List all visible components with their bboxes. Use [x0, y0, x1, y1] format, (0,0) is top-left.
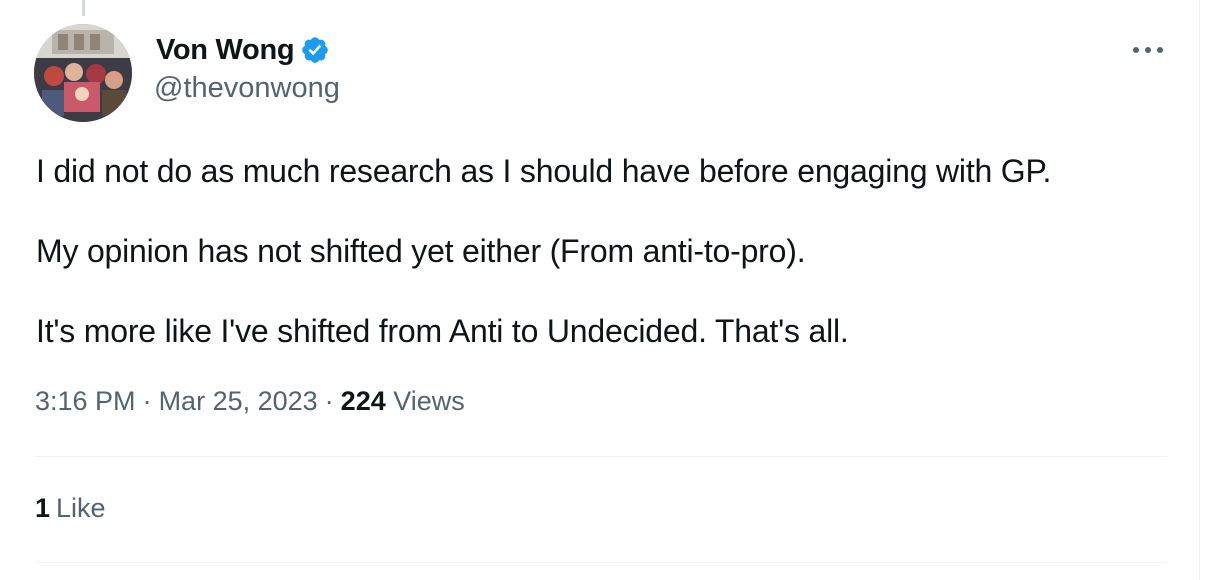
more-options-icon	[1133, 47, 1163, 53]
meta-separator: ·	[142, 386, 152, 416]
tweet-time[interactable]: 3:16 PM	[35, 386, 136, 416]
divider	[35, 456, 1167, 457]
thread-connector-line	[82, 0, 85, 16]
likes-count: 1	[35, 493, 51, 523]
tweet-detail: Von Wong @thevonwong I did not do as muc…	[0, 0, 1200, 580]
author-handle[interactable]: @thevonwong	[154, 72, 340, 105]
verified-badge-icon	[300, 35, 330, 65]
author-name-row: Von Wong	[156, 31, 330, 69]
tweet-metadata: 3:16 PM · Mar 25, 2023 · 224 Views	[35, 386, 465, 417]
divider	[35, 562, 1167, 563]
tweet-paragraph: My opinion has not shifted yet either (F…	[36, 233, 806, 269]
tweet-date[interactable]: Mar 25, 2023	[159, 386, 318, 416]
likes-link[interactable]: 1 Like	[35, 493, 106, 524]
tweet-paragraph: It's more like I've shifted from Anti to…	[36, 313, 849, 349]
author-display-name[interactable]: Von Wong	[156, 34, 295, 67]
more-options-button[interactable]	[1128, 32, 1168, 68]
tweet-paragraph: I did not do as much research as I shoul…	[36, 153, 1052, 189]
likes-label: Like	[56, 493, 106, 523]
avatar[interactable]	[34, 24, 132, 122]
views-count: 224	[340, 386, 386, 416]
tweet-text: I did not do as much research as I shoul…	[36, 148, 1176, 388]
avatar-image	[34, 24, 132, 122]
meta-separator: ·	[324, 386, 334, 416]
views-label: Views	[393, 386, 465, 416]
